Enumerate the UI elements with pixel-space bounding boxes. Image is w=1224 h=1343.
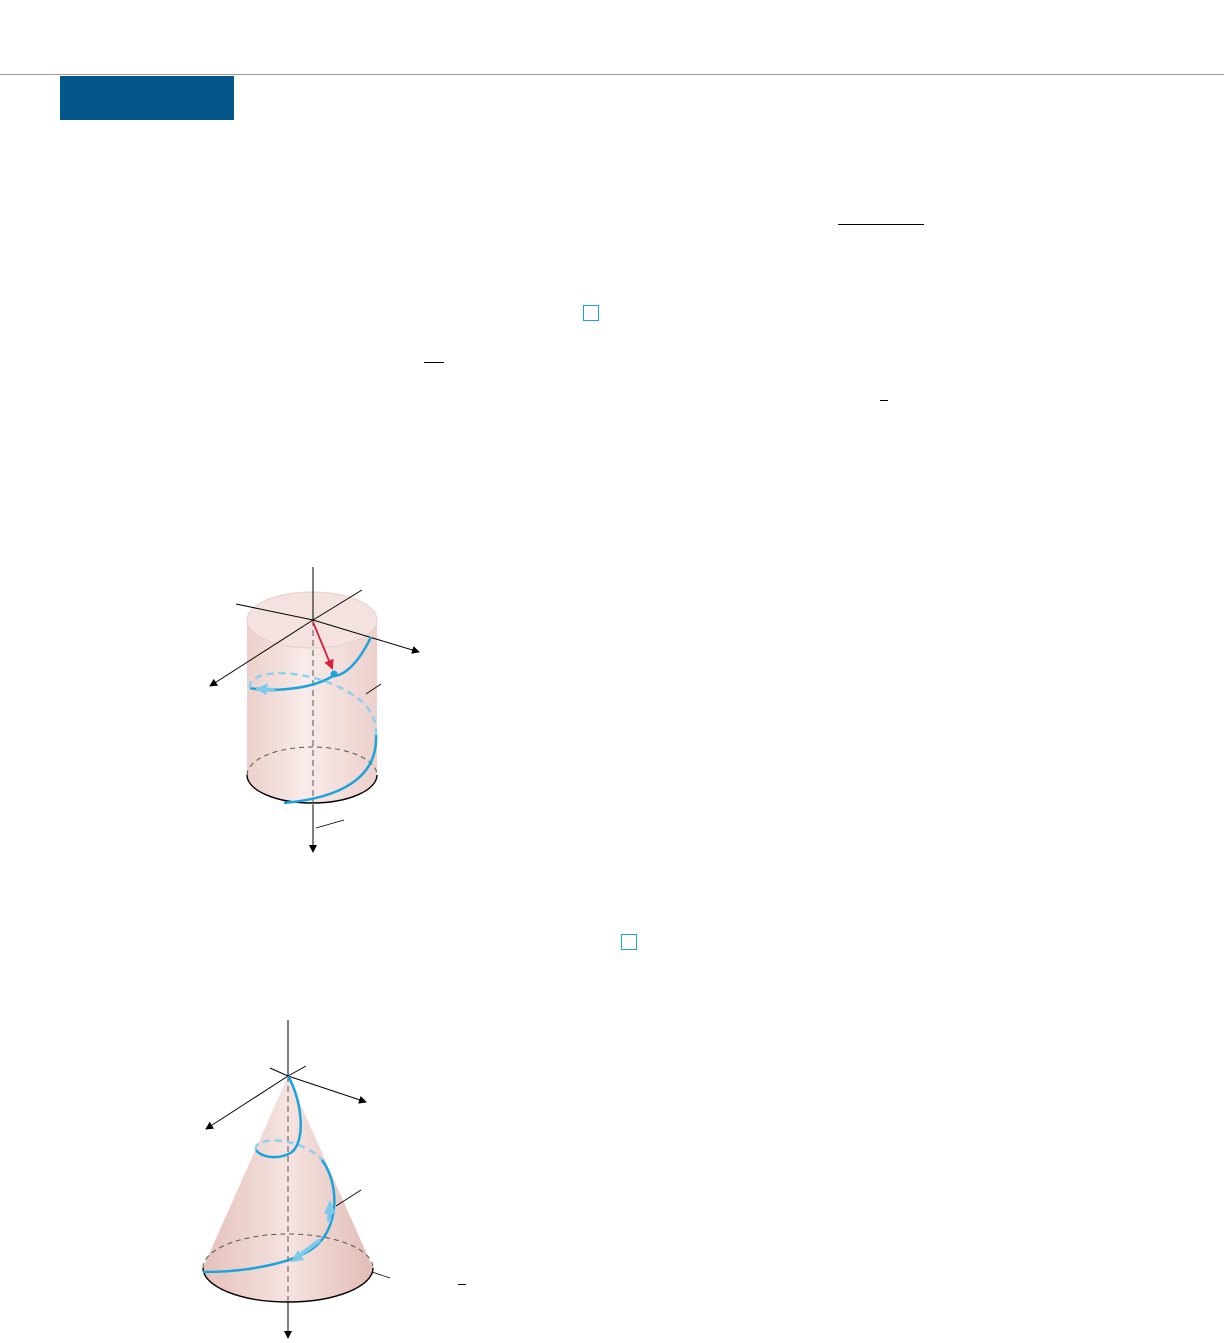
end-of-example-box [583,305,599,321]
cylinder-helix-figure [209,567,420,853]
fraction-bar [424,362,444,363]
helix-point [330,670,338,678]
header-rule [0,74,1224,75]
cone-helix-figure [202,1020,391,1339]
fraction-bar [458,1284,466,1285]
cylinder-surface [246,591,378,804]
leader-line [315,819,345,829]
fraction-bar [880,400,888,401]
leader-line [371,1271,391,1279]
fraction-bar [838,224,924,225]
end-of-example-box [621,934,637,950]
section-tab [60,76,234,120]
